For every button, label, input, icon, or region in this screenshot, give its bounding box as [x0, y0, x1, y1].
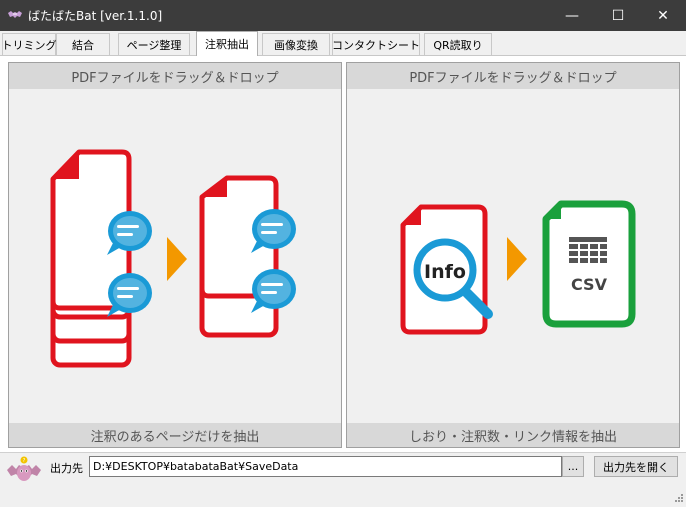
- info-extract-illustration: Info CSV: [400, 200, 636, 335]
- drop-zone-header: PDFファイルをドラッグ＆ドロップ: [9, 63, 341, 89]
- maximize-icon: ☐: [611, 7, 625, 24]
- comment-bubble-icon: [107, 273, 152, 317]
- arrow-right-icon: [167, 237, 187, 281]
- comment-bubble-icon: [251, 269, 296, 313]
- minimize-button[interactable]: —: [549, 0, 595, 31]
- close-icon: ✕: [657, 7, 669, 24]
- info-text: Info: [424, 261, 466, 283]
- drop-zone-caption: 注釈のあるページだけを抽出: [9, 423, 341, 447]
- csv-file-icon: CSV: [542, 200, 636, 328]
- resize-grip-icon[interactable]: [670, 491, 684, 505]
- tab-merge[interactable]: 結合: [56, 33, 110, 55]
- drop-zone-annotation-pages[interactable]: PDFファイルをドラッグ＆ドロップ 注釈のあるページだけを抽出: [8, 62, 342, 448]
- pdf-result-icon: [199, 175, 279, 338]
- tab-trimming[interactable]: トリミング: [2, 33, 57, 55]
- comment-bubble-icon: [251, 209, 296, 253]
- output-label: 出力先: [50, 462, 83, 475]
- csv-text: CSV: [571, 275, 608, 294]
- drop-zone-caption: しおり・注釈数・リンク情報を抽出: [347, 423, 679, 447]
- pdf-stack-icon: [50, 149, 132, 368]
- close-button[interactable]: ✕: [640, 0, 686, 31]
- open-output-button[interactable]: 出力先を開く: [594, 456, 678, 477]
- tab-image-convert[interactable]: 画像変換: [262, 33, 330, 55]
- svg-text:?: ?: [23, 458, 26, 464]
- arrow-right-icon: [507, 237, 527, 281]
- maximize-button[interactable]: ☐: [595, 0, 641, 31]
- browse-button[interactable]: ...: [562, 456, 584, 477]
- minimize-icon: —: [565, 7, 579, 24]
- tab-page-organize[interactable]: ページ整理: [118, 33, 190, 55]
- drop-zone-info-extract[interactable]: PDFファイルをドラッグ＆ドロップ Info CSV しおり・注釈数・リンク情報…: [346, 62, 680, 448]
- tab-qr-read[interactable]: QR読取り: [424, 33, 492, 55]
- output-bar: ? 出力先 ... 出力先を開く: [0, 453, 686, 507]
- title-bar: ばたばたBat [ver.1.1.0] — ☐ ✕: [0, 0, 686, 31]
- window-title: ばたばたBat [ver.1.1.0]: [28, 9, 163, 23]
- bat-app-icon: [8, 11, 22, 18]
- bat-mascot-icon: ?: [7, 456, 41, 481]
- output-path-field[interactable]: [89, 456, 562, 477]
- tab-bar: トリミング 結合 ページ整理 注釈抽出 画像変換 コンタクトシート QR読取り: [0, 31, 686, 56]
- tab-annotation-extract[interactable]: 注釈抽出: [196, 31, 258, 56]
- drop-zone-header: PDFファイルをドラッグ＆ドロップ: [347, 63, 679, 89]
- comment-bubble-icon: [107, 211, 152, 255]
- tab-content: PDFファイルをドラッグ＆ドロップ 注釈のあるページだけを抽出 PDFファイルを…: [0, 56, 686, 453]
- annotation-extract-illustration: [50, 149, 296, 368]
- tab-contact-sheet[interactable]: コンタクトシート: [332, 33, 420, 55]
